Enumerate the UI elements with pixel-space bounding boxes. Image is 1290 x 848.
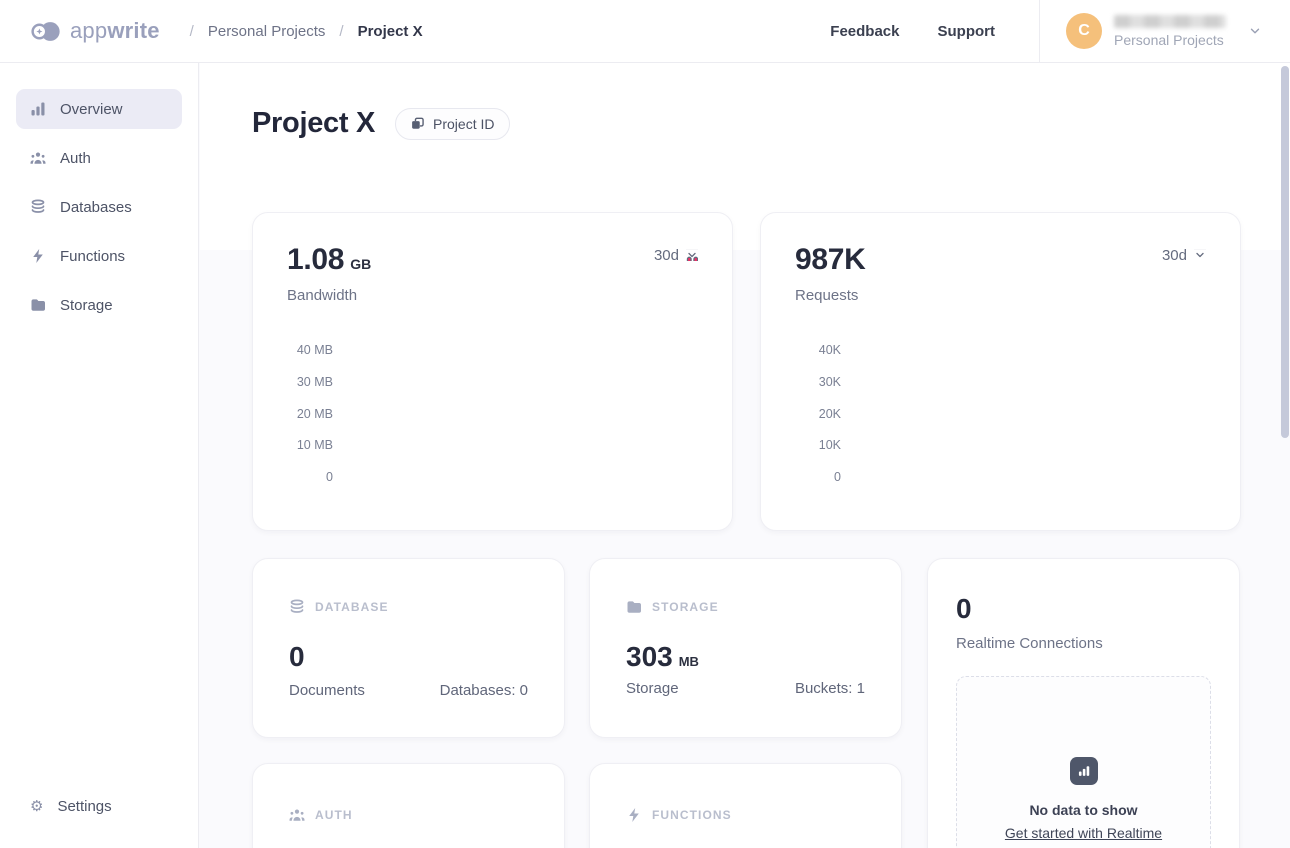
realtime-empty-state: No data to show Get started with Realtim…	[956, 676, 1211, 848]
buckets-meta: Buckets: 1	[795, 680, 865, 697]
vertical-scrollbar-thumb[interactable]	[1281, 66, 1289, 438]
documents-count: 0	[289, 641, 528, 673]
chevron-down-icon	[1194, 249, 1206, 261]
users-icon	[289, 807, 305, 823]
bar-chart-icon	[30, 101, 46, 117]
functions-card: FUNCTIONS	[589, 763, 902, 848]
no-data-text: No data to show	[1029, 802, 1137, 818]
breadcrumb-separator: /	[190, 23, 194, 40]
project-id-badge-label: Project ID	[433, 116, 494, 132]
realtime-connections-count: 0	[956, 593, 1211, 625]
functions-card-header: FUNCTIONS	[626, 807, 865, 823]
storage-card-header: STORAGE	[626, 599, 865, 615]
users-icon	[30, 150, 46, 166]
requests-y-axis: 40K30K20K10K0	[795, 350, 841, 478]
chevron-down-icon	[686, 249, 698, 261]
user-name-redacted	[1114, 15, 1226, 28]
feedback-button[interactable]: Feedback	[830, 23, 899, 40]
breadcrumb-separator: /	[339, 23, 343, 40]
auth-card-header: AUTH	[289, 807, 528, 823]
get-started-realtime-link[interactable]: Get started with Realtime	[1005, 825, 1162, 841]
breadcrumb-project-x[interactable]: Project X	[358, 23, 423, 40]
sidebar-item-label: Auth	[60, 150, 91, 167]
storage-card: STORAGE 303MB Storage Buckets: 1	[589, 558, 902, 738]
folder-icon	[626, 599, 642, 615]
breadcrumb: / Personal Projects / Project X	[190, 23, 423, 40]
requests-value: 987K	[795, 243, 866, 277]
logo-text: appwrite	[70, 18, 160, 44]
sidebar-item-databases[interactable]: Databases	[16, 187, 182, 227]
chevron-down-icon	[1248, 24, 1262, 38]
sidebar-item-label: Storage	[60, 297, 113, 314]
database-icon	[30, 199, 46, 215]
lightning-icon	[30, 248, 46, 264]
bandwidth-period-dropdown[interactable]: 30d	[654, 243, 698, 304]
avatar: C	[1066, 13, 1102, 49]
database-card-header: DATABASE	[289, 599, 528, 615]
requests-label: Requests	[795, 287, 866, 304]
bandwidth-bar-chart	[345, 350, 698, 478]
documents-label: Documents	[289, 682, 365, 699]
realtime-card: 0 Realtime Connections No data to show G…	[927, 558, 1240, 848]
bandwidth-value: 1.08GB	[287, 243, 371, 277]
breadcrumb-personal-projects[interactable]: Personal Projects	[208, 23, 326, 40]
storage-amount: 303MB	[626, 615, 865, 673]
top-header: appwrite / Personal Projects / Project X…	[0, 0, 1290, 63]
copy-icon	[411, 117, 424, 130]
storage-label: Storage	[626, 680, 679, 697]
sidebar-item-label: Databases	[60, 199, 132, 216]
database-card: DATABASE 0 Documents Databases: 0	[252, 558, 565, 738]
auth-card: AUTH	[252, 763, 565, 848]
sidebar-item-functions[interactable]: Functions	[16, 236, 182, 276]
requests-card: 987K Requests 30d 40K30K20K10K0	[760, 212, 1241, 531]
sidebar-item-label: Overview	[60, 101, 123, 118]
support-button[interactable]: Support	[938, 23, 996, 40]
sidebar-item-auth[interactable]: Auth	[16, 138, 182, 178]
lightning-icon	[626, 807, 642, 823]
bandwidth-card: 1.08GB Bandwidth 30d 40 MB30 MB20 MB10 M…	[252, 212, 733, 531]
sidebar-item-storage[interactable]: Storage	[16, 285, 182, 325]
project-id-badge[interactable]: Project ID	[395, 108, 510, 140]
main-content: Project X Project ID 1.08GB Bandwidth 30…	[200, 63, 1290, 848]
sidebar-item-overview[interactable]: Overview	[16, 89, 182, 129]
no-data-chart-icon	[1070, 757, 1098, 785]
database-icon	[289, 599, 305, 615]
user-menu[interactable]: C Personal Projects	[1039, 0, 1290, 62]
folder-icon	[30, 297, 46, 313]
bandwidth-y-axis: 40 MB30 MB20 MB10 MB0	[287, 350, 333, 478]
user-org-label: Personal Projects	[1114, 32, 1226, 48]
gear-icon: ⚙	[30, 799, 43, 814]
sidebar-item-label: Functions	[60, 248, 125, 265]
sidebar-item-label: Settings	[57, 798, 111, 815]
appwrite-logo-icon	[30, 20, 62, 43]
page-title: Project X	[252, 107, 375, 140]
databases-meta: Databases: 0	[440, 682, 528, 699]
appwrite-logo[interactable]: appwrite	[30, 18, 160, 44]
sidebar-item-settings[interactable]: ⚙ Settings	[16, 786, 182, 826]
requests-period-dropdown[interactable]: 30d	[1162, 243, 1206, 304]
requests-line-chart	[853, 350, 1206, 478]
sidebar: Overview Auth Databases Functions Storag…	[0, 63, 199, 848]
bandwidth-label: Bandwidth	[287, 287, 371, 304]
realtime-connections-label: Realtime Connections	[956, 635, 1211, 652]
